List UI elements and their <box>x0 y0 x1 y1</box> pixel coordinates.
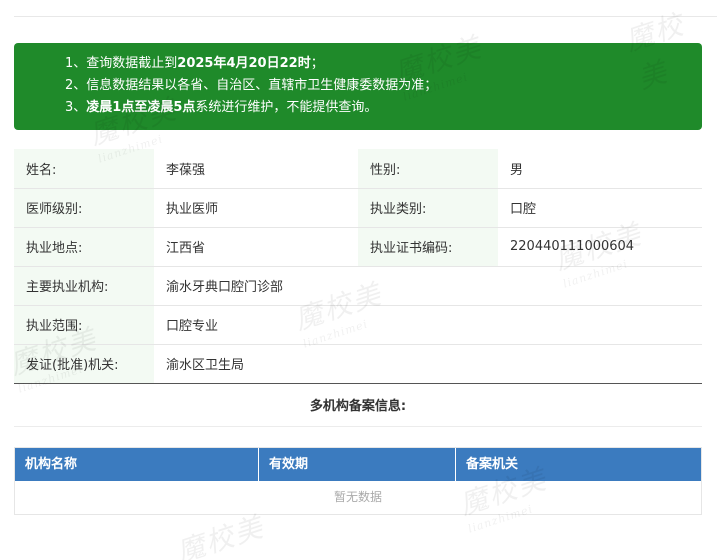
issuer-value: 渝水区卫生局 <box>154 344 702 384</box>
section-divider <box>14 426 702 427</box>
info-row: 发证(批准)机关: 渝水区卫生局 <box>14 344 702 384</box>
org-value: 渝水牙典口腔门诊部 <box>154 266 702 306</box>
multi-org-header: 机构名称 有效期 备案机关 <box>15 448 701 481</box>
header-org-name: 机构名称 <box>15 448 259 481</box>
doctor-info-table: 姓名: 李葆强 性别: 男 医师级别: 执业医师 执业类别: 口腔 执业地点: … <box>14 149 702 384</box>
scope-value: 口腔专业 <box>154 305 702 345</box>
multi-org-title: 多机构备案信息: <box>309 399 407 414</box>
multi-org-table: 机构名称 有效期 备案机关 暂无数据 <box>14 447 702 515</box>
cert-value: 220440111000604 <box>498 227 702 267</box>
issuer-label: 发证(批准)机关: <box>14 344 154 384</box>
header-filing-authority: 备案机关 <box>466 457 519 472</box>
notice-line-1: 1、查询数据截止到2025年4月20日22时； <box>65 56 324 71</box>
top-divider <box>14 16 717 17</box>
notice-box: 1、查询数据截止到2025年4月20日22时； 2、信息数据结果以各省、自治区、… <box>14 43 702 130</box>
gender-value: 男 <box>498 149 702 189</box>
name-label: 姓名: <box>14 149 154 189</box>
info-row: 医师级别: 执业医师 执业类别: 口腔 <box>14 188 702 228</box>
location-label: 执业地点: <box>14 227 154 267</box>
info-row: 主要执业机构: 渝水牙典口腔门诊部 <box>14 266 702 306</box>
level-value: 执业医师 <box>154 188 358 228</box>
notice-line-3: 3、凌晨1点至凌晨5点系统进行维护，不能提供查询。 <box>65 100 378 115</box>
name-value: 李葆强 <box>154 149 358 189</box>
level-label: 医师级别: <box>14 188 154 228</box>
category-label: 执业类别: <box>358 188 498 228</box>
info-row: 执业范围: 口腔专业 <box>14 305 702 345</box>
gender-label: 性别: <box>358 149 498 189</box>
org-label: 主要执业机构: <box>14 266 154 306</box>
notice-line-2: 2、信息数据结果以各省、自治区、直辖市卫生健康委数据为准； <box>65 78 438 93</box>
scope-label: 执业范围: <box>14 305 154 345</box>
page: 1、查询数据截止到2025年4月20日22时； 2、信息数据结果以各省、自治区、… <box>0 0 717 560</box>
info-row: 执业地点: 江西省 执业证书编码: 220440111000604 <box>14 227 702 267</box>
info-row: 姓名: 李葆强 性别: 男 <box>14 149 702 189</box>
category-value: 口腔 <box>498 188 702 228</box>
location-value: 江西省 <box>154 227 358 267</box>
header-validity: 有效期 <box>259 448 456 481</box>
empty-state: 暂无数据 <box>15 481 701 514</box>
cert-label: 执业证书编码: <box>358 227 498 267</box>
